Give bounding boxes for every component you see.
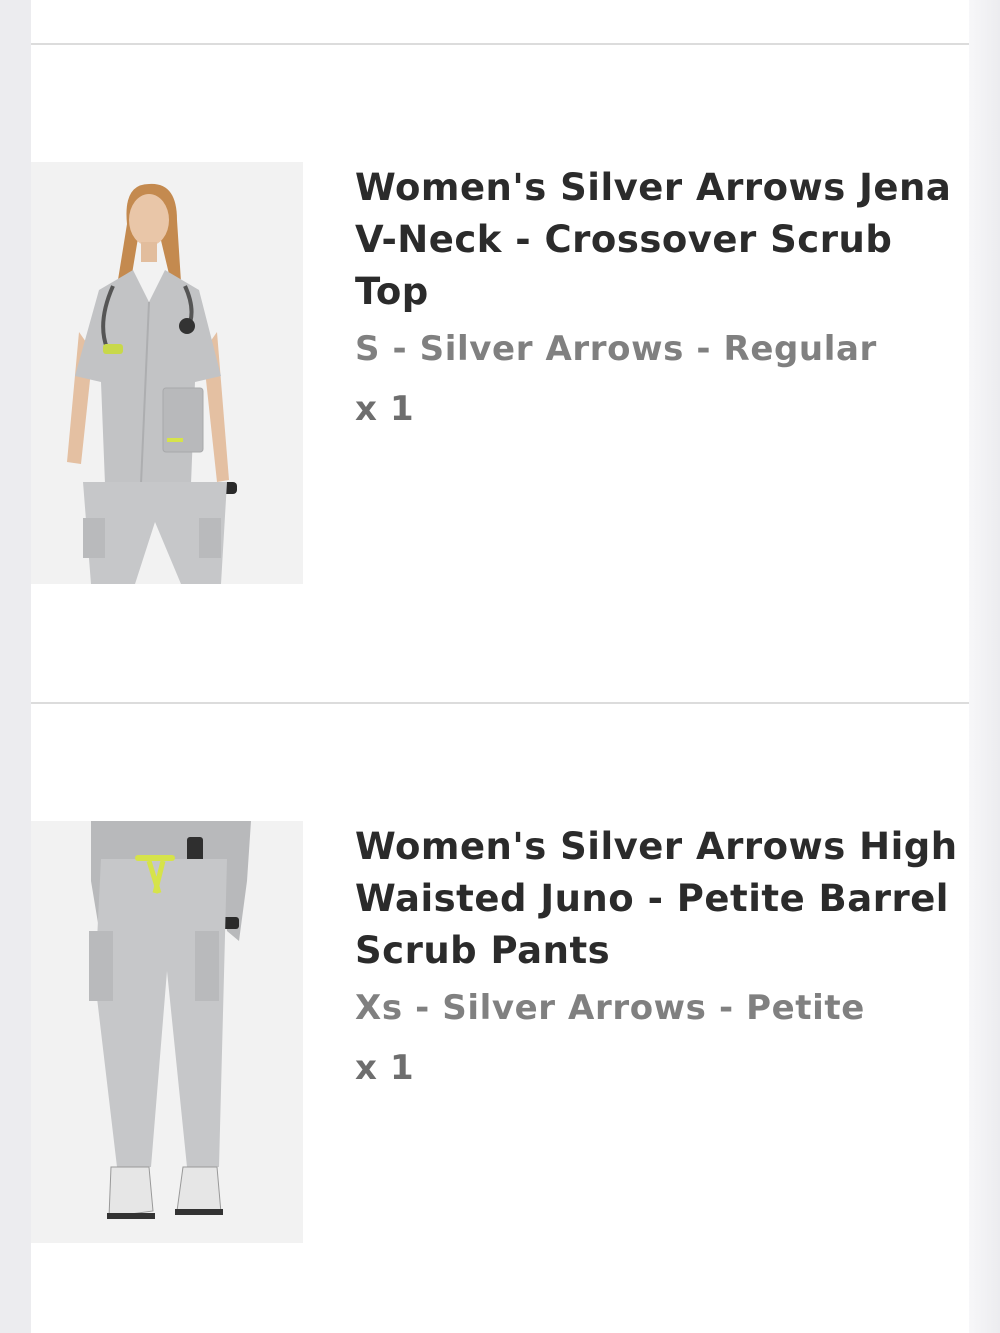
product-title[interactable]: Women's Silver Arrows Jena V-Neck - Cros… [355, 162, 970, 318]
item-details: Women's Silver Arrows Jena V-Neck - Cros… [355, 162, 970, 434]
product-quantity: x 1 [355, 389, 415, 429]
product-image-scrub-top[interactable] [31, 162, 303, 584]
item-divider [31, 43, 969, 45]
item-divider [31, 702, 969, 704]
product-variant: Xs - Silver Arrows - Petite [355, 988, 865, 1028]
product-quantity: x 1 [355, 1048, 415, 1088]
product-title[interactable]: Women's Silver Arrows High Waisted Juno … [355, 821, 970, 977]
item-details: Women's Silver Arrows High Waisted Juno … [355, 821, 970, 1093]
page-gutter [969, 0, 1000, 1333]
product-variant: S - Silver Arrows - Regular [355, 329, 877, 369]
product-image-scrub-pants[interactable] [31, 821, 303, 1243]
